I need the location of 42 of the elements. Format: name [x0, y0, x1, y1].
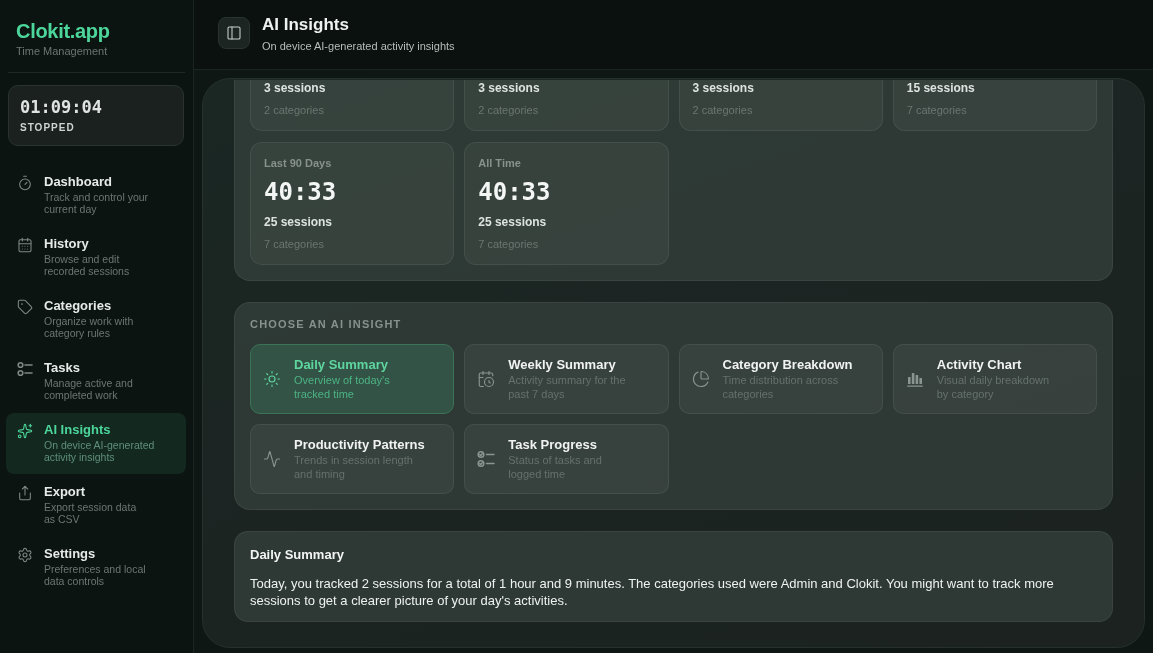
- nav-item[interactable]: Tasks Manage active and completed work: [6, 351, 186, 412]
- session-count: 25 sessions: [264, 214, 333, 230]
- stat-time: 40:33: [264, 178, 337, 206]
- tag-icon: [17, 299, 33, 315]
- sun-icon: [263, 370, 281, 388]
- share-icon: [17, 485, 33, 501]
- checklist-icon: [477, 450, 496, 468]
- timer-display: 01:09:04: [20, 97, 102, 117]
- session-count: 3 sessions: [478, 80, 540, 96]
- session-count: 3 sessions: [264, 80, 326, 96]
- sidebar-toggle-button[interactable]: [218, 17, 250, 49]
- summary-title: Daily Summary: [250, 547, 344, 563]
- calendar-icon: [477, 370, 496, 388]
- panel-icon: [226, 25, 242, 41]
- sparkle-icon: [17, 423, 33, 439]
- settings-icon: [17, 547, 33, 563]
- timer-status: STOPPED: [20, 122, 75, 134]
- pulse-icon: [263, 450, 281, 468]
- page-title: AI Insights: [262, 14, 349, 35]
- checklist-icon: [17, 361, 33, 377]
- nav-item[interactable]: Categories Organize work with category rules: [6, 289, 186, 350]
- summary-text: Today, you tracked 2 sessions for a total of 1 hour and 9 minutes. The categories used were Admin and Clokit. You might want to track more sessions to get a clearer picture of your day's activities.: [250, 575, 1055, 609]
- session-count: 15 sessions: [906, 80, 975, 96]
- section-heading: CHOOSE AN AI INSIGHT: [250, 318, 403, 331]
- nav-item[interactable]: Settings Preferences and local data controls: [6, 537, 186, 598]
- stat-label: All Time: [478, 156, 521, 170]
- page-subtitle: On device AI-generated activity insights: [262, 39, 455, 52]
- calendar-icon: [17, 237, 33, 253]
- session-count: 3 sessions: [692, 80, 754, 96]
- nav-item[interactable]: Dashboard Track and control your current day: [6, 165, 186, 226]
- pie-chart-icon: [691, 370, 710, 388]
- bar-chart-icon: [905, 370, 924, 388]
- nav-item[interactable]: Export Export session data as CSV: [6, 475, 186, 536]
- stat-time: 40:33: [478, 178, 551, 206]
- app-tagline: Time Management: [16, 45, 108, 58]
- nav-item[interactable]: History Browse and edit recorded sessions: [6, 227, 186, 288]
- timer-icon: [17, 175, 33, 191]
- session-count: 25 sessions: [478, 214, 547, 230]
- stat-label: Last 90 Days: [264, 156, 332, 170]
- nav-item[interactable]: AI Insights On device AI-generated activity insights: [6, 413, 186, 474]
- insight-option[interactable]: Daily Summary Overview of today's tracked time: [250, 344, 455, 414]
- app-logo: Clokit.app: [16, 19, 110, 43]
